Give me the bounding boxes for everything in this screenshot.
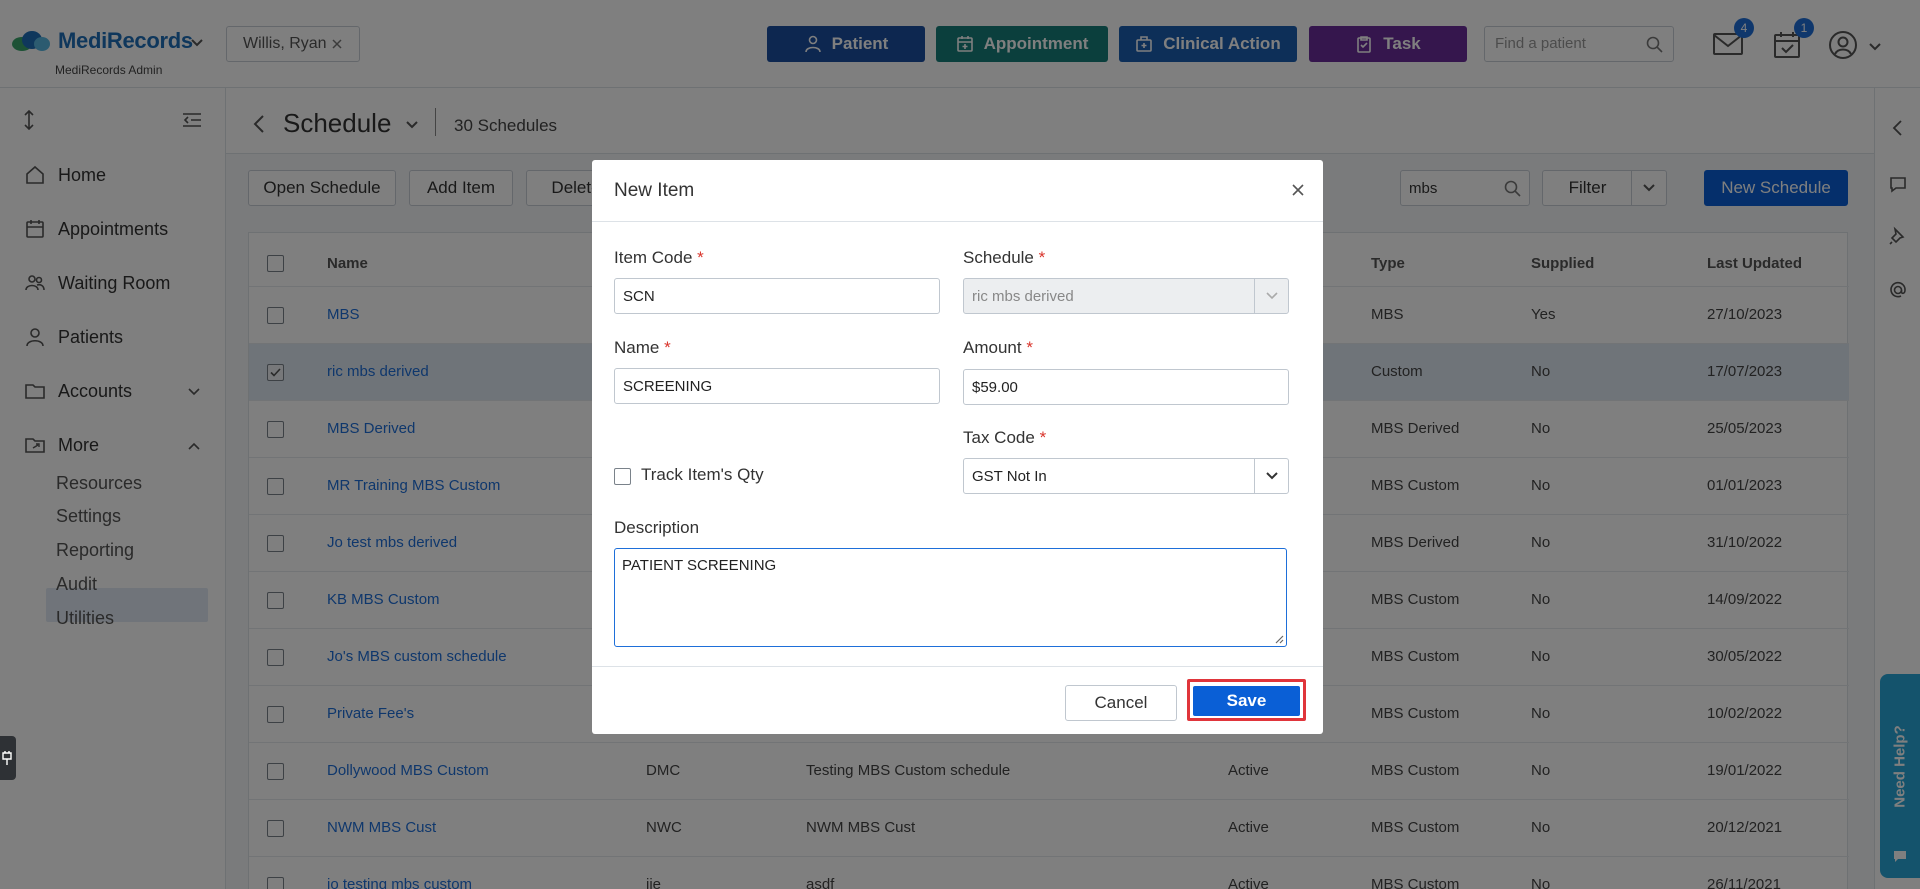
side-drawer-tab[interactable] <box>0 736 16 780</box>
dialog-header-divider <box>592 221 1323 222</box>
required-asterisk: * <box>1026 338 1033 357</box>
plug-icon <box>2 751 12 765</box>
tax-code-label: Tax Code * <box>963 428 1046 448</box>
schedule-label: Schedule * <box>963 248 1045 268</box>
schedule-value: ric mbs derived <box>972 288 1074 305</box>
description-label: Description <box>614 518 700 537</box>
amount-label-text: Amount <box>963 338 1022 357</box>
description-textarea[interactable]: PATIENT SCREENING <box>614 548 1287 647</box>
amount-value: $59.00 <box>972 379 1018 396</box>
chevron-down-icon <box>1265 472 1278 480</box>
cancel-button[interactable]: Cancel <box>1065 685 1177 721</box>
tax-code-label-text: Tax Code <box>963 428 1035 447</box>
required-asterisk: * <box>1039 428 1047 447</box>
name-label: Name * <box>614 338 671 358</box>
tax-code-select[interactable]: GST Not In <box>963 458 1289 494</box>
amount-label: Amount * <box>963 338 1033 358</box>
schedule-label-text: Schedule <box>963 248 1034 267</box>
description-value: PATIENT SCREENING <box>622 557 777 574</box>
name-value: SCREENING <box>623 378 713 395</box>
close-icon[interactable] <box>1290 182 1306 198</box>
required-asterisk: * <box>664 338 671 357</box>
item-code-value: SCN <box>623 288 655 305</box>
save-button[interactable]: Save <box>1193 686 1300 716</box>
required-asterisk: * <box>697 248 704 267</box>
name-input[interactable]: SCREENING <box>614 368 940 404</box>
schedule-select: ric mbs derived <box>963 278 1289 314</box>
track-qty-checkbox[interactable] <box>614 468 631 485</box>
amount-input[interactable]: $59.00 <box>963 369 1289 405</box>
schedule-select-chevron <box>1254 279 1288 313</box>
dialog-footer-divider <box>592 666 1323 667</box>
resize-handle-icon[interactable] <box>1274 634 1284 644</box>
tax-code-value: GST Not In <box>972 468 1047 485</box>
item-code-input[interactable]: SCN <box>614 278 940 314</box>
new-item-dialog: New Item Item Code * SCN Schedule * ric … <box>592 160 1323 734</box>
tax-code-select-chevron[interactable] <box>1254 459 1288 493</box>
track-qty-label[interactable]: Track Item's Qty <box>641 465 764 485</box>
name-label-text: Name <box>614 338 660 357</box>
item-code-label: Item Code * <box>614 248 704 268</box>
item-code-label-text: Item Code <box>614 248 693 267</box>
required-asterisk: * <box>1038 248 1046 267</box>
dialog-title: New Item <box>614 180 695 201</box>
chevron-down-icon <box>1265 292 1278 300</box>
